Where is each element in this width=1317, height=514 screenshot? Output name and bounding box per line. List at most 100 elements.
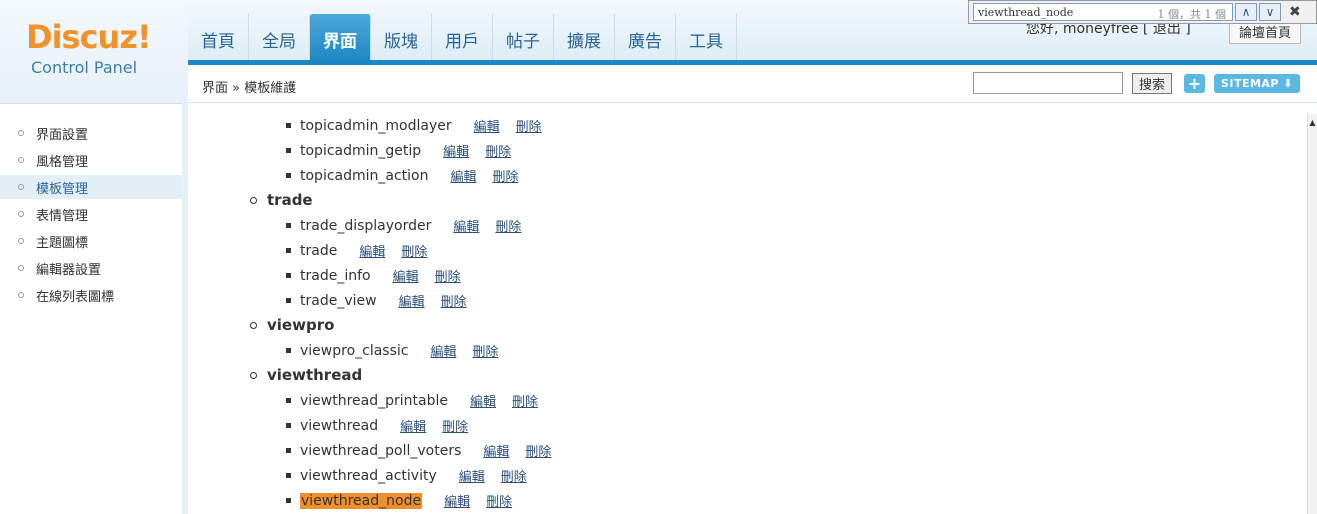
find-bar: viewthread_node 1 個，共 1 個 ∧ ∨ ✖ [968, 0, 1317, 24]
edit-link[interactable]: 編輯 [430, 341, 456, 360]
delete-link[interactable]: 刪除 [501, 466, 527, 485]
find-count: 1 個，共 1 個 [1157, 8, 1227, 21]
nav-tab-1[interactable]: 全局 [249, 14, 310, 64]
square-bullet-icon [286, 298, 291, 303]
search-input[interactable] [973, 72, 1123, 94]
edit-link[interactable]: 編輯 [393, 266, 419, 285]
sitemap-button[interactable]: SITEMAP ⬇ [1214, 74, 1300, 93]
logo[interactable]: Discuz! Control Panel [0, 0, 188, 103]
sidebar-item-label: 模板管理 [36, 181, 89, 197]
delete-link[interactable]: 刪除 [442, 416, 468, 435]
logo-sub-text: Control Panel [31, 58, 138, 77]
square-bullet-icon [286, 398, 291, 403]
template-name: trade_displayorder [300, 217, 432, 234]
edit-link[interactable]: 編輯 [444, 491, 470, 510]
nav-tab-4[interactable]: 用戶 [432, 14, 493, 64]
template-item: topicadmin_action 編輯 刪除 [286, 166, 519, 185]
breadcrumb-bar: 界面 » 模板維護 搜索 + SITEMAP ⬇ [188, 65, 1317, 103]
square-bullet-icon [286, 498, 291, 503]
sidebar-item-5[interactable]: 編輯器設置 [0, 256, 182, 280]
circle-bullet-icon [250, 321, 257, 329]
template-item: trade 編輯 刪除 [286, 241, 427, 260]
nav-tab-0[interactable]: 首頁 [188, 14, 249, 64]
sidebar-item-6[interactable]: 在線列表圖標 [0, 283, 182, 307]
edit-link[interactable]: 編輯 [359, 241, 385, 260]
sidebar-item-label: 風格管理 [36, 154, 89, 170]
close-icon[interactable]: ✖ [1289, 4, 1301, 20]
chevron-down-icon[interactable]: ∨ [1259, 3, 1281, 21]
circle-bullet-icon [18, 211, 24, 217]
delete-link[interactable]: 刪除 [495, 216, 521, 235]
delete-link[interactable]: 刪除 [401, 241, 427, 260]
group-name: viewthread [267, 366, 363, 384]
delete-link[interactable]: 刪除 [512, 391, 538, 410]
template-item: topicadmin_getip 編輯 刪除 [286, 141, 511, 160]
delete-link[interactable]: 刪除 [493, 166, 519, 185]
sidebar-item-3[interactable]: 表情管理 [0, 202, 182, 226]
template-group: trade [250, 191, 313, 209]
delete-link[interactable]: 刪除 [473, 341, 499, 360]
find-query: viewthread_node [978, 5, 1074, 19]
edit-link[interactable]: 編輯 [453, 216, 479, 235]
edit-link[interactable]: 編輯 [483, 441, 509, 460]
nav-tab-6[interactable]: 擴展 [554, 14, 615, 64]
nav-tab-7[interactable]: 廣告 [615, 14, 676, 64]
edit-link[interactable]: 編輯 [459, 466, 485, 485]
sidebar-item-label: 界面設置 [36, 127, 89, 143]
circle-bullet-icon [18, 157, 24, 163]
template-name: viewthread_printable [300, 392, 448, 409]
delete-link[interactable]: 刪除 [485, 141, 511, 160]
square-bullet-icon [286, 123, 291, 128]
search-button[interactable]: 搜索 [1132, 73, 1172, 94]
sidebar-item-1[interactable]: 風格管理 [0, 148, 182, 172]
edit-link[interactable]: 編輯 [399, 291, 425, 310]
template-name: viewthread_node [300, 492, 423, 509]
square-bullet-icon [286, 348, 291, 353]
template-item: viewthread_printable 編輯 刪除 [286, 391, 538, 410]
logo-main-text: Discuz! [26, 18, 152, 56]
sidebar-item-label: 在線列表圖標 [36, 289, 115, 305]
breadcrumb: 界面 » 模板維護 [202, 81, 297, 96]
nav-tab-5[interactable]: 帖子 [493, 14, 554, 64]
delete-link[interactable]: 刪除 [516, 116, 542, 135]
edit-link[interactable]: 編輯 [470, 391, 496, 410]
sidebar-item-label: 編輯器設置 [36, 262, 102, 278]
delete-link[interactable]: 刪除 [435, 266, 461, 285]
template-item: trade_info 編輯 刪除 [286, 266, 461, 285]
template-name: trade [300, 242, 338, 259]
square-bullet-icon [286, 148, 291, 153]
sidebar-item-0[interactable]: 界面設置 [0, 121, 182, 145]
template-name: viewpro_classic [300, 342, 409, 359]
template-name: viewthread_activity [300, 467, 437, 484]
template-item: trade_displayorder 編輯 刪除 [286, 216, 521, 235]
sidebar-item-4[interactable]: 主題圖標 [0, 229, 182, 253]
circle-bullet-icon [18, 265, 24, 271]
template-name: topicadmin_getip [300, 142, 422, 159]
sidebar-item-label: 主題圖標 [36, 235, 89, 251]
chevron-up-icon[interactable]: ∧ [1235, 3, 1257, 21]
template-name: viewthread_poll_voters [300, 442, 462, 459]
square-bullet-icon [286, 173, 291, 178]
edit-link[interactable]: 編輯 [400, 416, 426, 435]
edit-link[interactable]: 編輯 [474, 116, 500, 135]
circle-bullet-icon [18, 184, 24, 190]
delete-link[interactable]: 刪除 [486, 491, 512, 510]
delete-link[interactable]: 刪除 [441, 291, 467, 310]
circle-bullet-icon [18, 292, 24, 298]
delete-link[interactable]: 刪除 [525, 441, 551, 460]
plus-icon[interactable]: + [1184, 74, 1205, 93]
template-tree: topicadmin_modlayer 編輯 刪除 topicadmin_getip 編… [190, 104, 1307, 514]
edit-link[interactable]: 編輯 [443, 141, 469, 160]
template-name: topicadmin_modlayer [300, 117, 452, 134]
nav-tab-8[interactable]: 工具 [676, 14, 737, 64]
nav-tab-3[interactable]: 版塊 [371, 14, 432, 64]
edit-link[interactable]: 編輯 [451, 166, 477, 185]
find-input[interactable]: viewthread_node 1 個，共 1 個 [973, 3, 1233, 21]
scroll-up-icon[interactable]: ▲ [1308, 116, 1317, 128]
sidebar-item-2[interactable]: 模板管理 [0, 175, 182, 199]
nav-tab-2[interactable]: 界面 [310, 14, 371, 64]
circle-bullet-icon [250, 196, 257, 204]
square-bullet-icon [286, 448, 291, 453]
scrollbar[interactable] [1307, 114, 1317, 514]
template-item: viewthread_activity 編輯 刪除 [286, 466, 527, 485]
